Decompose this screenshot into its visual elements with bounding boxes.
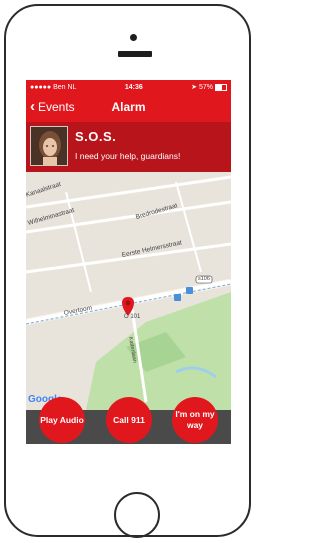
page-title: Alarm xyxy=(111,100,146,114)
action-bar: Play Audio Call 911 I'm on my way xyxy=(26,397,231,444)
play-audio-button[interactable]: Play Audio xyxy=(39,397,85,443)
battery-icon xyxy=(214,83,227,91)
app-screen: ●●●●● Ben NL 14:36 ➤ 57% ‹ Events Alarm … xyxy=(26,80,231,444)
pin-label: O 101 xyxy=(124,314,141,320)
status-time: 14:36 xyxy=(124,83,143,91)
battery-status: ➤ 57% xyxy=(191,83,227,91)
on-my-way-button[interactable]: I'm on my way xyxy=(172,397,218,443)
sos-banner: S.O.S. I need your help, guardians! xyxy=(26,122,231,172)
sos-title: S.O.S. xyxy=(75,129,117,144)
speaker xyxy=(118,51,152,57)
avatar[interactable] xyxy=(30,126,68,166)
status-bar: ●●●●● Ben NL 14:36 ➤ 57% xyxy=(26,80,231,94)
camera xyxy=(130,34,137,41)
call-911-button[interactable]: Call 911 xyxy=(106,397,152,443)
map-view[interactable]: Kanaalstraat Wilhelminastraat Bredrodest… xyxy=(26,172,231,410)
road-number: s106 xyxy=(198,276,210,282)
map-drawing xyxy=(26,172,231,410)
nav-bar: ‹ Events Alarm xyxy=(26,94,231,122)
carrier: ●●●●● Ben NL xyxy=(30,83,77,91)
sos-message: I need your help, guardians! xyxy=(75,151,181,161)
battery-percent: 57% xyxy=(198,84,213,91)
home-button[interactable] xyxy=(114,492,160,538)
